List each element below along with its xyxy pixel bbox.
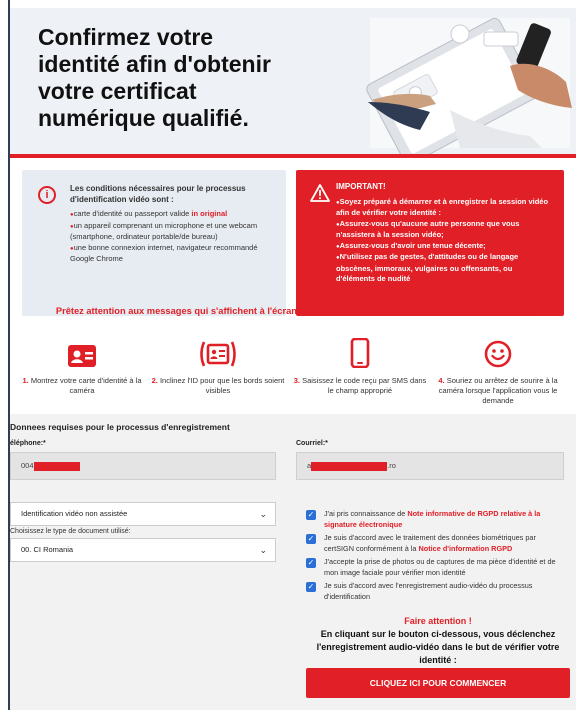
condition-item: carte d'identité ou passeport valide in … [70, 209, 276, 221]
consent-photos[interactable]: ✓ J'accepte la prise de photos ou de cap… [306, 556, 566, 578]
phone-input[interactable]: 004 [10, 452, 276, 480]
checkbox-checked-icon[interactable]: ✓ [306, 582, 316, 592]
step-number: 2. [151, 376, 158, 385]
step-3: 3. Saisissez le code reçu par SMS dans l… [292, 326, 428, 396]
smile-icon [484, 340, 512, 368]
checkbox-checked-icon[interactable]: ✓ [306, 534, 316, 544]
doc-type-label: Choisissez le type de document utilisé: [10, 528, 131, 535]
rgpd-notice-link[interactable]: Notice d'information RGPD [419, 544, 513, 553]
redaction-bar [33, 461, 80, 471]
consent-biometric[interactable]: ✓ Je suis d'accord avec le traitement de… [306, 532, 566, 554]
step-text: Montrez votre carte d'identité à la camé… [30, 376, 142, 395]
method-value: Identification vidéo non assistée [21, 509, 128, 518]
page-title: Confirmez votre identité afin d'obtenir … [38, 24, 271, 131]
notice-title: Faire attention ! [404, 616, 472, 626]
step-4: 4. Souriez ou arrêtez de sourire à la ca… [430, 326, 566, 406]
doc-type-value: 00. CI Romania [21, 545, 74, 554]
redaction-bar [311, 461, 388, 471]
conditions-panel: i Les conditions nécessaires pour le pro… [22, 170, 286, 316]
consent-text: J'accepte la prise de photos ou de captu… [324, 557, 556, 577]
tablet-hands-illustration [310, 8, 576, 154]
email-label: Courriel:* [296, 440, 328, 447]
email-input[interactable]: a .ro [296, 452, 564, 480]
conditions-title: Les conditions nécessaires pour le proce… [70, 184, 246, 204]
step-text: Souriez ou arrêtez de sourire à la camér… [438, 376, 558, 405]
chevron-down-icon: ⌄ [259, 545, 267, 555]
registration-form: Donnees requises pour le processus d'enr… [10, 414, 576, 710]
condition-text: carte d'identité ou passeport valide [73, 209, 192, 218]
id-card-icon [68, 345, 96, 367]
consent-rgpd-note[interactable]: ✓ J'ai pris connaissance de Note informa… [306, 508, 566, 530]
info-icon: i [38, 186, 56, 204]
warning-icon [310, 184, 330, 202]
step-2: 2. Inclinez l'ID pour que les bords soie… [150, 326, 286, 396]
important-title: IMPORTANT! [336, 182, 386, 191]
identification-method-select[interactable]: Identification vidéo non assistée ⌄ [10, 502, 276, 526]
important-item: N'utilisez pas de gestes, d'attitudes ou… [336, 252, 552, 285]
step-number: 3. [293, 376, 300, 385]
consent-text: Je suis d'accord avec l'enregistrement a… [324, 581, 533, 601]
consent-recording[interactable]: ✓ Je suis d'accord avec l'enregistrement… [306, 580, 566, 602]
important-item: Assurez-vous d'avoir une tenue décente; [336, 241, 552, 253]
hero-banner: Confirmez votre identité afin d'obtenir … [10, 8, 576, 158]
smartphone-icon [350, 338, 370, 368]
condition-highlight: in original [191, 209, 228, 218]
email-suffix: .ro [387, 461, 396, 470]
step-text: Saisissez le code reçu par SMS dans le c… [302, 376, 427, 395]
important-panel: IMPORTANT! Soyez préparé à démarrer et à… [296, 170, 564, 316]
condition-item: un appareil comprenant un microphone et … [70, 221, 276, 243]
notice-text: En cliquant sur le bouton ci-dessous, vo… [316, 629, 560, 665]
tilted-id-icon [200, 341, 236, 367]
step-number: 4. [438, 376, 445, 385]
phone-value: 004 [21, 461, 34, 470]
attention-heading: Prêtez attention aux messages qui s'affi… [55, 306, 531, 316]
step-text: Inclinez l'ID pour que les bords soient … [159, 376, 285, 395]
consent-text: J'ai pris connaissance de [324, 509, 408, 518]
chevron-down-icon: ⌄ [259, 509, 267, 519]
important-item: Soyez préparé à démarrer et à enregistre… [336, 197, 552, 219]
condition-item: une bonne connexion internet, navigateur… [70, 243, 276, 265]
checkbox-checked-icon[interactable]: ✓ [306, 558, 316, 568]
start-button[interactable]: CLIQUEZ ICI POUR COMMENCER [306, 668, 570, 698]
step-1: 1. Montrez votre carte d'identité à la c… [14, 326, 150, 396]
phone-label: éléphone:* [10, 440, 46, 447]
checkbox-checked-icon[interactable]: ✓ [306, 510, 316, 520]
step-number: 1. [22, 376, 29, 385]
important-item: Assurez-vous qu'aucune autre personne qu… [336, 219, 552, 241]
form-title: Donnees requises pour le processus d'enr… [10, 422, 230, 432]
document-type-select[interactable]: 00. CI Romania ⌄ [10, 538, 276, 562]
